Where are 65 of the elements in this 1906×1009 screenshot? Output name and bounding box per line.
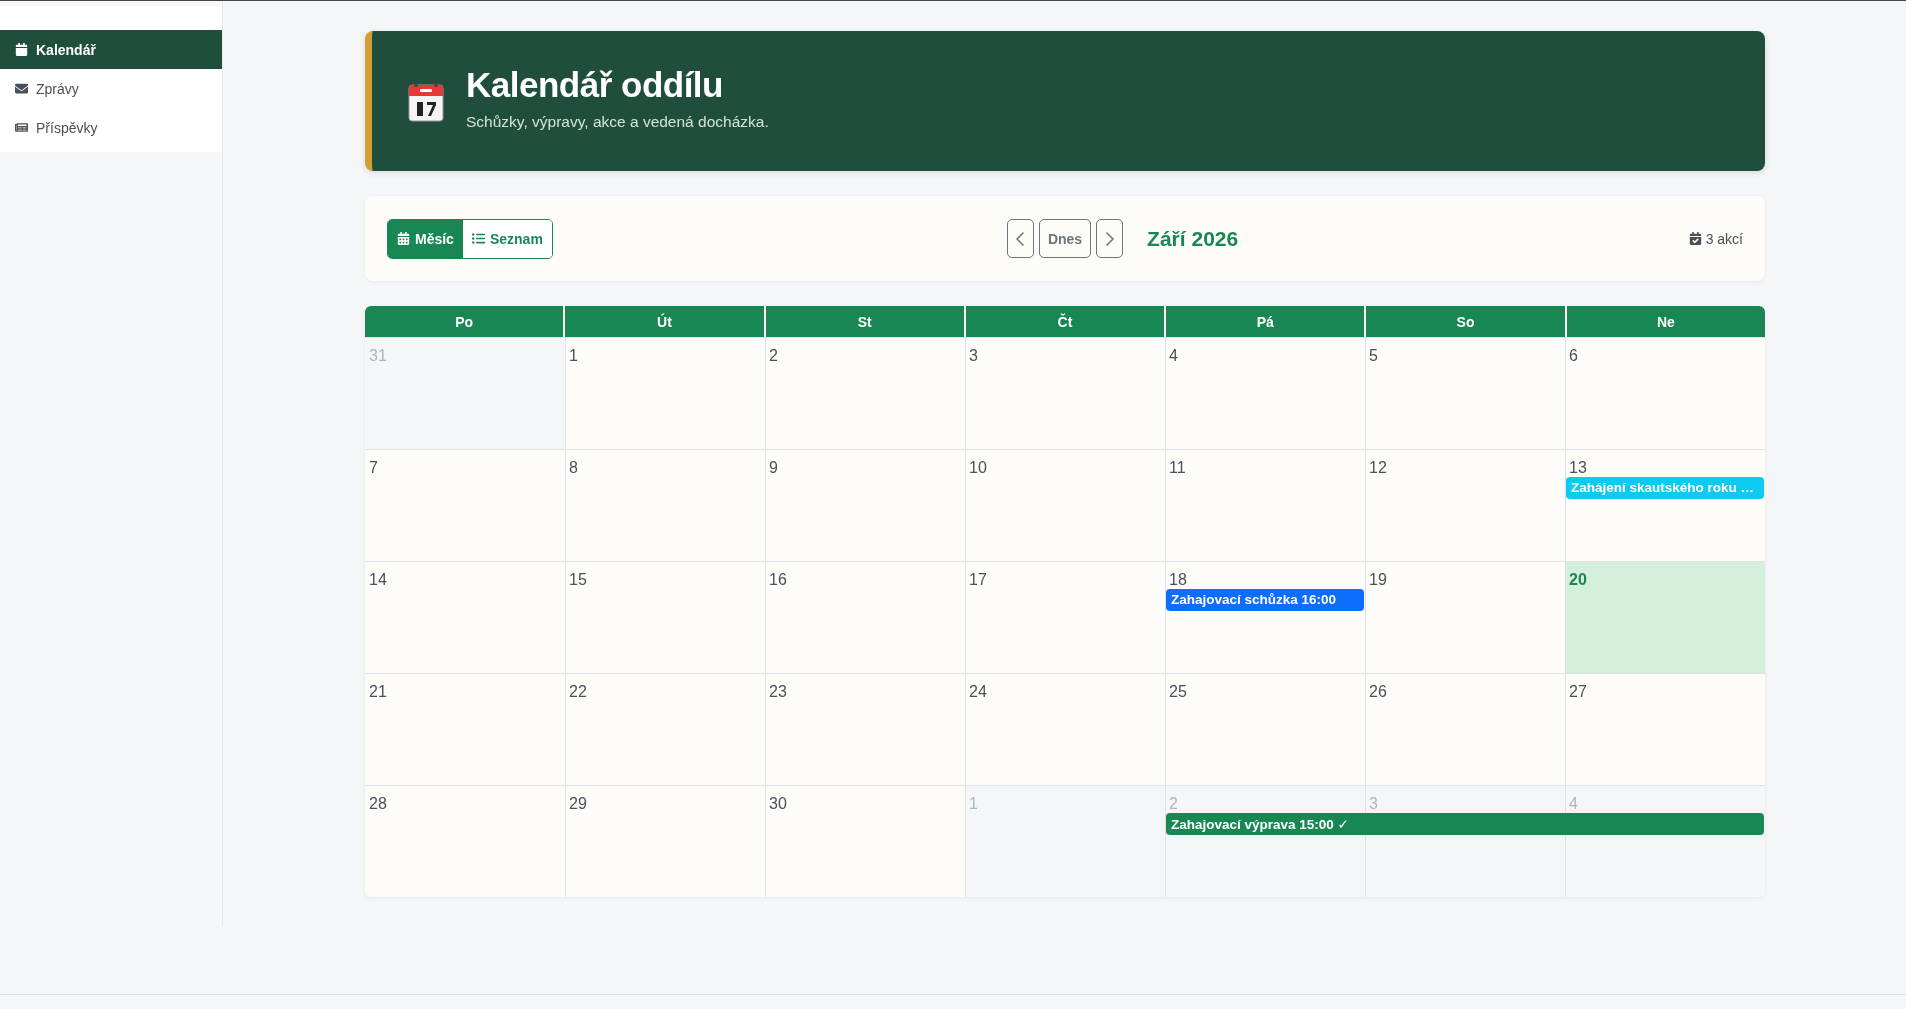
- day-number: 9: [769, 459, 778, 477]
- day-number: 25: [1169, 683, 1187, 701]
- day-number: 5: [1369, 347, 1378, 365]
- event-count: 3 akcí: [1705, 230, 1743, 247]
- calendar-check-icon: [1688, 232, 1702, 245]
- day-number: 17: [969, 571, 987, 589]
- page-subtitle: Schůzky, výpravy, akce a vedená docházka.: [466, 113, 769, 131]
- day-number: 19: [1369, 571, 1387, 589]
- event-bar[interactable]: Zahajovací výprava 15:00 ✓: [1166, 812, 1764, 835]
- day-number: 3: [1369, 795, 1378, 813]
- day-number: 14: [369, 571, 387, 589]
- day-number: 18: [1169, 571, 1187, 589]
- calendar-icon: [408, 80, 444, 122]
- day-number: 1: [969, 795, 978, 813]
- day-number: 22: [569, 683, 587, 701]
- newspaper-icon: [15, 121, 28, 134]
- day-number: 12: [1369, 459, 1387, 477]
- day-number: 6: [1569, 347, 1578, 365]
- weekday-header: Pá: [1166, 306, 1365, 337]
- weekday-header: Po: [365, 306, 564, 337]
- day-number: 31: [369, 347, 387, 365]
- day-number: 27: [1569, 683, 1587, 701]
- day-number: 13: [1569, 459, 1587, 477]
- month-title: Září 2026: [1147, 226, 1239, 251]
- chevron-right-icon: [1105, 231, 1114, 246]
- day-number: 21: [369, 683, 387, 701]
- day-number: 11: [1169, 459, 1186, 477]
- day-number: 29: [569, 795, 587, 813]
- day-number: 1: [569, 347, 578, 365]
- day-number: 8: [569, 459, 578, 477]
- day-number: 2: [1169, 795, 1178, 813]
- day-number: 26: [1369, 683, 1387, 701]
- chevron-left-icon: [1016, 231, 1025, 246]
- envelope-icon: [15, 82, 28, 95]
- day-number: 3: [969, 347, 978, 365]
- day-number: 4: [1169, 347, 1178, 365]
- weekday-header: So: [1366, 306, 1565, 337]
- sidebar-item[interactable]: Zprávy: [0, 69, 222, 108]
- day-number: 20: [1569, 571, 1587, 589]
- list-icon: [471, 232, 485, 245]
- calendar-icon: [397, 232, 410, 245]
- calendar-icon: [15, 43, 28, 56]
- weekday-header: St: [765, 306, 964, 337]
- sidebar-item[interactable]: Příspěvky: [0, 108, 222, 147]
- event-bar[interactable]: Zahajovací schůzka 16:00: [1166, 588, 1364, 611]
- day-number: 28: [369, 795, 387, 813]
- page-title: Kalendář oddílu: [466, 65, 724, 105]
- next-button[interactable]: [1096, 219, 1124, 258]
- day-number: 23: [769, 683, 787, 701]
- day-number: 7: [369, 459, 378, 477]
- today-button[interactable]: Dnes: [1038, 219, 1092, 258]
- day-number: 4: [1569, 795, 1578, 813]
- weekday-header: Út: [565, 306, 764, 337]
- day-number: 16: [769, 571, 787, 589]
- view-toggle-button[interactable]: Měsíc: [388, 219, 463, 258]
- view-toggle-button[interactable]: Seznam: [462, 219, 552, 258]
- weekday-header: Ne: [1566, 306, 1765, 337]
- day-number: 10: [969, 459, 987, 477]
- day-number: 2: [769, 347, 778, 365]
- sidebar-item[interactable]: Kalendář: [0, 30, 222, 69]
- previous-button[interactable]: [1006, 219, 1034, 258]
- day-number: 30: [769, 795, 787, 813]
- weekday-header: Čt: [965, 306, 1165, 337]
- day-number: 15: [569, 571, 587, 589]
- day-number: 24: [969, 683, 987, 701]
